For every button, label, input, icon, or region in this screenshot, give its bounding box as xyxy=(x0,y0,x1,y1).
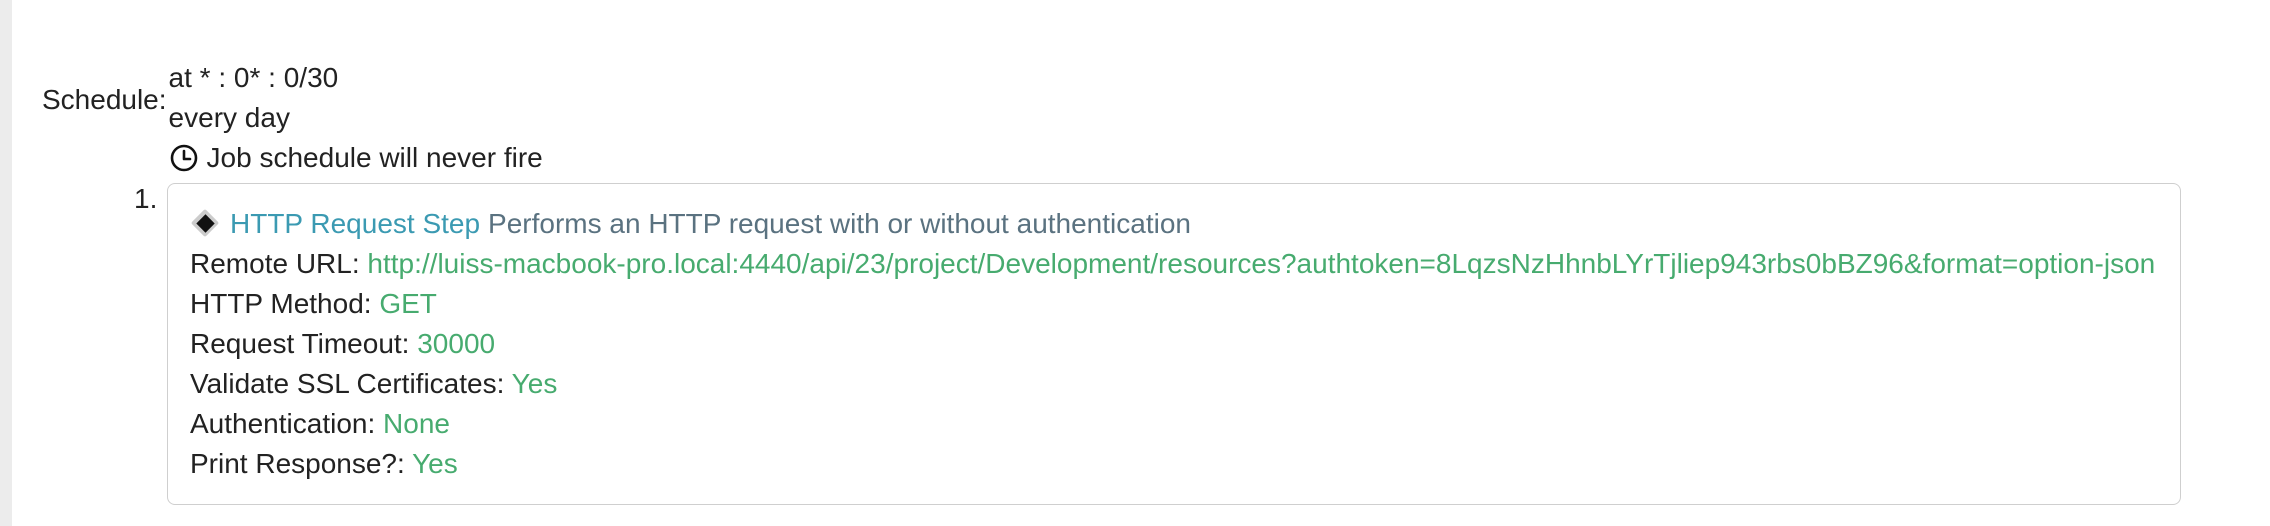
property-request-timeout: Request Timeout: 30000 xyxy=(190,324,2180,364)
property-value: Yes xyxy=(511,368,558,399)
property-label: Validate SSL Certificates: xyxy=(190,368,505,399)
schedule-status: Job schedule will never fire xyxy=(169,138,543,178)
property-authentication: Authentication: None xyxy=(190,404,2180,444)
property-value: Yes xyxy=(412,448,458,479)
property-validate-ssl: Validate SSL Certificates: Yes xyxy=(190,364,2180,404)
step-index: 1. xyxy=(134,183,158,214)
property-value: http://luiss-macbook-pro.local:4440/api/… xyxy=(367,248,2156,279)
schedule-frequency: every day xyxy=(168,102,290,133)
step-title-link[interactable]: HTTP Request Step xyxy=(230,204,480,244)
property-label: Authentication: xyxy=(190,408,376,439)
schedule-status-text: Job schedule will never fire xyxy=(206,142,543,173)
property-label: Print Response?: xyxy=(190,448,405,479)
workflow-step-card[interactable]: HTTP Request Step Performs an HTTP reque… xyxy=(167,183,2181,505)
schedule-label: Schedule: xyxy=(42,84,167,115)
property-print-response: Print Response?: Yes xyxy=(190,444,2180,484)
property-label: Request Timeout: xyxy=(190,328,410,359)
schedule-section: Schedule: at * : 0* : 0/30 every day Job… xyxy=(42,58,543,178)
property-remote-url: Remote URL: http://luiss-macbook-pro.loc… xyxy=(190,244,2180,284)
property-label: HTTP Method: xyxy=(190,288,372,319)
schedule-values: at * : 0* : 0/30 every day Job schedule … xyxy=(169,58,543,178)
diamond-icon xyxy=(190,208,222,240)
step-description: Performs an HTTP request with or without… xyxy=(488,208,1191,239)
left-sidebar-edge xyxy=(0,0,12,526)
property-label: Remote URL: xyxy=(190,248,360,279)
property-value: 30000 xyxy=(417,328,496,359)
schedule-time: at * : 0* : 0/30 xyxy=(168,62,339,93)
property-value: None xyxy=(383,408,450,439)
property-http-method: HTTP Method: GET xyxy=(190,284,2180,324)
property-value: GET xyxy=(379,288,437,319)
clock-icon xyxy=(169,143,199,173)
step-header: HTTP Request Step Performs an HTTP reque… xyxy=(190,204,2180,244)
